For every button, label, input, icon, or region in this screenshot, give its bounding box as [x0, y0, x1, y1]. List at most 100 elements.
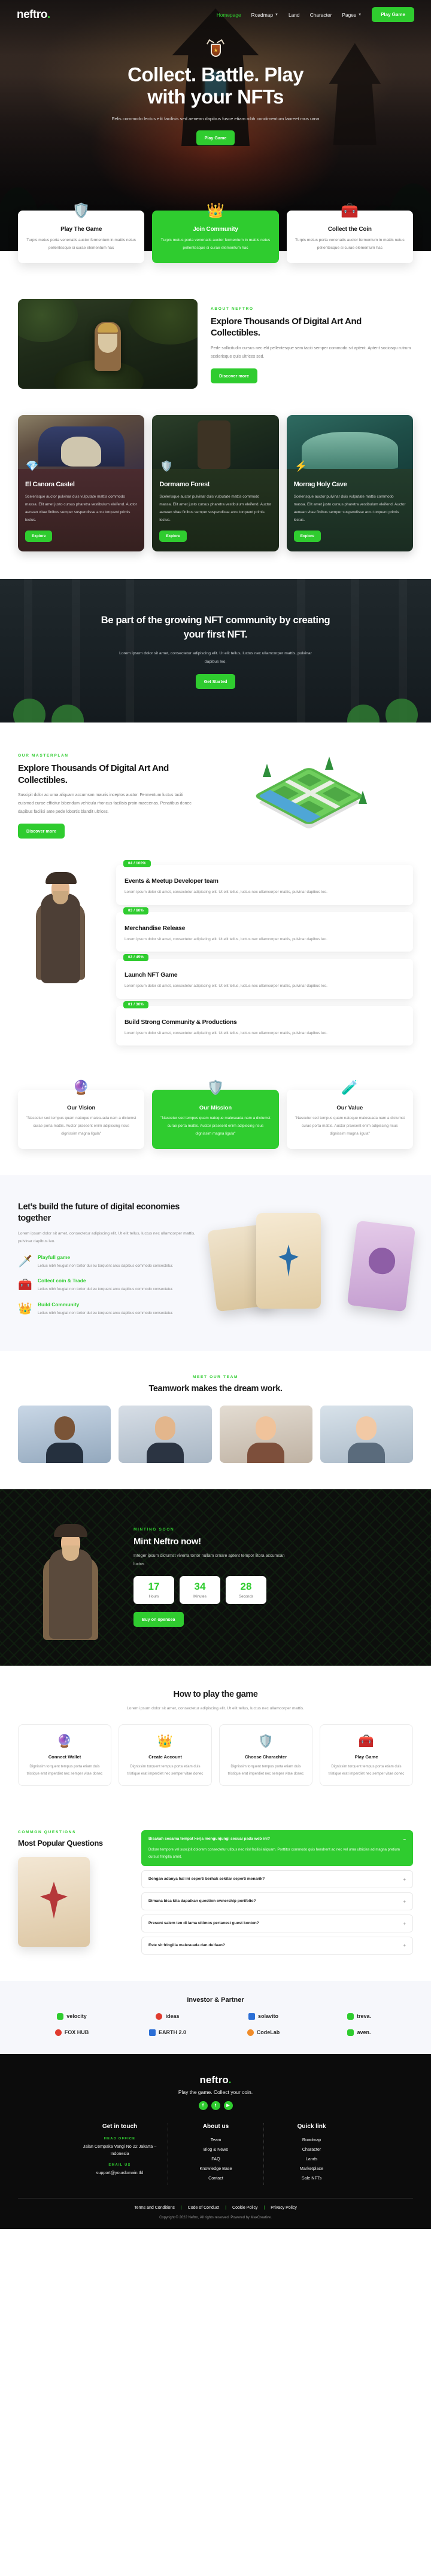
isometric-map-illustration: [204, 751, 413, 841]
footer-logo[interactable]: neftro.: [18, 2074, 413, 2086]
step-text: Dignissim torquent tempus porta etiam du…: [127, 1764, 204, 1776]
how-step-create-account[interactable]: 👑 Create Account Dignissim torquent temp…: [119, 1724, 212, 1787]
vmv-card-our-mission[interactable]: 🛡️ Our Mission "Nascetur sed tempus quam…: [152, 1080, 279, 1149]
feature-card-join-community[interactable]: 👑 Join Community Turpis metus porta vene…: [152, 203, 279, 263]
team-member-card[interactable]: [119, 1405, 212, 1463]
investor-logo[interactable]: aven.: [311, 2029, 407, 2036]
legal-link-terms[interactable]: Terms and Conditions: [134, 2206, 175, 2210]
team-member-card[interactable]: [320, 1405, 413, 1463]
nav-item-roadmap[interactable]: Roadmap ▼: [251, 12, 278, 18]
faq-item[interactable]: Dimana bisa kita dapatkan question owner…: [141, 1892, 413, 1911]
nav-item-land[interactable]: Land: [289, 12, 300, 18]
investor-logo[interactable]: ideas: [120, 2013, 216, 2020]
cta-get-started-button[interactable]: Get Started: [195, 674, 236, 690]
land-title: Dormamo Forest: [159, 480, 210, 488]
investor-logo[interactable]: FOX HUB: [24, 2029, 120, 2036]
roadmap-item[interactable]: 04 / 100% Events & Meetup Developer team…: [116, 860, 413, 905]
nav-item-homepage[interactable]: Homepage: [217, 12, 241, 18]
roadmap-item[interactable]: 01 / 30% Build Strong Community & Produc…: [116, 1001, 413, 1046]
masterplan-discover-more-button[interactable]: Discover more: [18, 824, 65, 839]
play-game-button[interactable]: Play Game: [372, 7, 414, 22]
footer-link-faq[interactable]: FAQ: [175, 2156, 256, 2162]
nav-item-character[interactable]: Character: [310, 12, 332, 18]
about-title: Explore Thousands Of Digital Art And Col…: [211, 316, 362, 339]
team-member-card[interactable]: [18, 1405, 111, 1463]
team-member-card[interactable]: [219, 1405, 312, 1463]
footer-link-knowledge-base[interactable]: Knowledge Base: [175, 2166, 256, 2171]
hero-subtitle: Felis commodo lectus elit facilisis sed …: [111, 115, 320, 121]
vmv-card-our-value[interactable]: 🧪 Our Value "Nascetur sed tempus quam na…: [286, 1080, 413, 1149]
investor-logo[interactable]: treva.: [311, 2013, 407, 2020]
about-discover-more-button[interactable]: Discover more: [211, 368, 257, 383]
lightning-shield-icon: ⚡: [295, 460, 308, 472]
bullet-title: Build Community: [38, 1301, 80, 1307]
roadmap-item[interactable]: 03 / 60% Merchandise Release Lorem ipsum…: [116, 907, 413, 952]
footer-link-character[interactable]: Character: [271, 2147, 352, 2152]
vision-mission-value-section: 🔮 Our Vision "Nascetur sed tempus quam n…: [0, 1069, 431, 1175]
land-explore-button[interactable]: Explore: [25, 531, 53, 542]
vmv-card-our-vision[interactable]: 🔮 Our Vision "Nascetur sed tempus quam n…: [18, 1080, 145, 1149]
cta-text: Lorem ipsum dolor sit amet, consectetur …: [119, 651, 312, 664]
feature-text: Turpis metus porta venenatis auctor ferm…: [160, 238, 271, 250]
land-card-dormamo-forest[interactable]: 🛡️ Dormamo Forest Scelerisque auctor pul…: [152, 414, 279, 552]
how-step-connect-wallet[interactable]: 🔮 Connect Wallet Dignissim torquent temp…: [18, 1724, 111, 1787]
step-text: Dignissim torquent tempus porta etiam du…: [227, 1764, 304, 1776]
vmv-title: Our Vision: [67, 1104, 96, 1111]
footer-link-marketplace[interactable]: Marketplace: [271, 2166, 352, 2171]
footer-link-blog-news[interactable]: Blog & News: [175, 2147, 256, 2152]
legal-link-conduct[interactable]: Code of Conduct: [188, 2206, 220, 2210]
dwarf-helmet: [98, 322, 118, 333]
investor-logo[interactable]: solavito: [216, 2013, 311, 2020]
footer-link-lands[interactable]: Lands: [271, 2156, 352, 2162]
twitter-icon[interactable]: t: [211, 2101, 220, 2110]
hero-play-game-button[interactable]: Play Game: [196, 130, 235, 145]
legal-link-privacy[interactable]: Privacy Policy: [271, 2206, 297, 2210]
masterplan-section: OUR MASTERPLAN Explore Thousands Of Digi…: [0, 723, 431, 852]
feature-card-play-the-game[interactable]: 🛡️ Play The Game Turpis metus porta vene…: [18, 203, 145, 263]
footer-legal-links: Terms and Conditions | Code of Conduct | C…: [18, 2206, 413, 2210]
treasure-chest-icon: 🧰: [358, 1734, 375, 1749]
treasure-chest-icon: 🧰: [341, 202, 359, 219]
feature-card-collect-the-coin[interactable]: 🧰 Collect the Coin Turpis metus porta ve…: [286, 203, 413, 263]
roadmap-item[interactable]: 02 / 45% Launch NFT Game Lorem ipsum dol…: [116, 954, 413, 999]
logo-dot: .: [47, 8, 50, 21]
feature-text: Turpis metus porta venenatis auctor ferm…: [26, 238, 136, 250]
countdown-label: Seconds: [238, 1595, 254, 1599]
nav-item-pages[interactable]: Pages ▼: [342, 12, 362, 18]
faq-item[interactable]: Dengan adanya hal ini seperti berhak sek…: [141, 1870, 413, 1889]
land-explore-button[interactable]: Explore: [293, 531, 321, 542]
land-card-morrag-holy-cave[interactable]: ⚡ Morrag Holy Cave Scelerisque auctor pu…: [286, 414, 413, 552]
team-section: MEET OUR TEAM Teamwork makes the dream w…: [0, 1351, 431, 1489]
faq-item-open[interactable]: Bisakah sesama tempat kerja mengunjungi …: [141, 1830, 413, 1867]
how-step-play-game[interactable]: 🧰 Play Game Dignissim torquent tempus po…: [320, 1724, 413, 1787]
team-row: [18, 1405, 413, 1463]
avatar: [54, 1416, 75, 1440]
facebook-icon[interactable]: f: [198, 2101, 208, 2110]
footer-link-sale-nfts[interactable]: Sale NFTs: [271, 2175, 352, 2181]
land-explore-button[interactable]: Explore: [159, 531, 187, 542]
investor-logo[interactable]: EARTH 2.0: [120, 2029, 216, 2036]
buy-on-opensea-button[interactable]: Buy on opensea: [133, 1612, 184, 1627]
legal-link-cookie[interactable]: Cookie Policy: [232, 2206, 257, 2210]
investor-logo[interactable]: CodeLab: [216, 2029, 311, 2036]
roadmap-list: 04 / 100% Events & Meetup Developer team…: [116, 860, 413, 1046]
footer-column-title: Quick link: [297, 2123, 326, 2130]
land-card-el-canora-castel[interactable]: 💎 El Canora Castel Scelerisque auctor pu…: [18, 414, 145, 552]
how-subtitle: Lorem ipsum dolor sit amet, consectetur …: [126, 1706, 305, 1711]
footer-link-team[interactable]: Team: [175, 2137, 256, 2142]
logo[interactable]: neftro.: [17, 8, 50, 22]
youtube-icon[interactable]: ▶: [223, 2101, 233, 2110]
faq-item[interactable]: Este sit fringilla malesuada dan dulfaan…: [141, 1936, 413, 1955]
footer-link-contact[interactable]: Contact: [175, 2175, 256, 2181]
chevron-down-icon: ▼: [358, 13, 362, 17]
investor-logo[interactable]: velocity: [24, 2013, 120, 2020]
investor-name: aven.: [357, 2029, 371, 2036]
countdown-label: Hours: [148, 1595, 159, 1599]
logo-mark-icon: [248, 2013, 255, 2020]
faq-question: Dengan adanya hal ini seperti berhak sek…: [148, 1877, 265, 1882]
faq-item[interactable]: Present salem ten di lama ultimos pertan…: [141, 1915, 413, 1932]
shield-icon: 🛡️: [72, 202, 90, 219]
shield-icon: 🛡️: [257, 1734, 274, 1749]
how-step-choose-charachter[interactable]: 🛡️ Choose Charachter Dignissim torquent …: [219, 1724, 312, 1787]
footer-link-roadmap[interactable]: Roadmap: [271, 2137, 352, 2142]
